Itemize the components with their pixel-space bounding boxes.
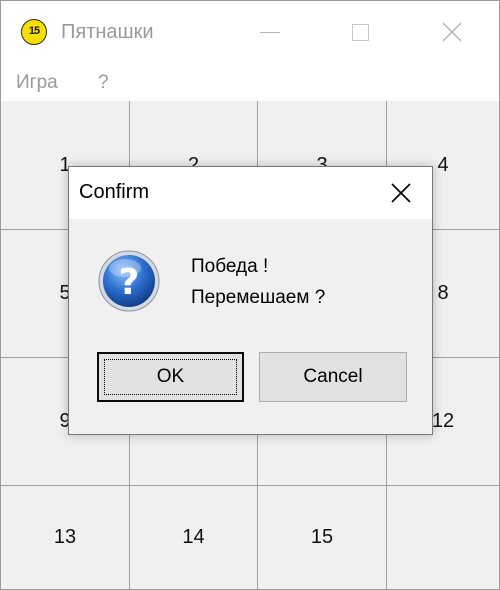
menu-item-help[interactable]: ?: [98, 72, 109, 94]
maximize-icon: [351, 23, 369, 41]
ok-button[interactable]: OK: [97, 352, 244, 402]
cancel-button[interactable]: Cancel: [259, 352, 407, 402]
tile-15[interactable]: 15: [258, 486, 387, 589]
dialog-close-button[interactable]: [379, 173, 423, 213]
close-icon: [442, 22, 462, 42]
dialog-message-line: Победа !: [191, 256, 269, 277]
close-button[interactable]: [429, 11, 475, 53]
empty-tile: [387, 486, 499, 589]
minimize-button[interactable]: [247, 11, 293, 53]
close-icon: [391, 183, 411, 203]
confirm-dialog: Confirm ? Победа ! Перемешаем ? OK Cance…: [68, 166, 433, 435]
dialog-message-line: Перемешаем ?: [191, 287, 326, 308]
app-window: 15 Пятнашки Игра ? 123456789101112131415…: [0, 0, 500, 590]
menu-bar: Игра ?: [1, 63, 499, 101]
dialog-title: Confirm: [79, 181, 150, 203]
tile-13[interactable]: 13: [1, 486, 130, 589]
window-title: Пятнашки: [61, 21, 154, 43]
svg-text:?: ?: [119, 262, 140, 303]
dialog-title-bar[interactable]: Confirm: [69, 167, 432, 219]
app-badge-icon: 15: [21, 19, 47, 45]
minimize-icon: [260, 31, 280, 33]
question-icon: ?: [98, 250, 160, 312]
cancel-button-label: Cancel: [303, 366, 363, 387]
focus-rectangle: [104, 359, 237, 395]
menu-item-game[interactable]: Игра: [16, 72, 58, 94]
title-bar[interactable]: 15 Пятнашки: [1, 1, 499, 63]
maximize-button[interactable]: [337, 11, 383, 53]
tile-14[interactable]: 14: [130, 486, 258, 589]
app-badge-text: 15: [28, 25, 40, 37]
